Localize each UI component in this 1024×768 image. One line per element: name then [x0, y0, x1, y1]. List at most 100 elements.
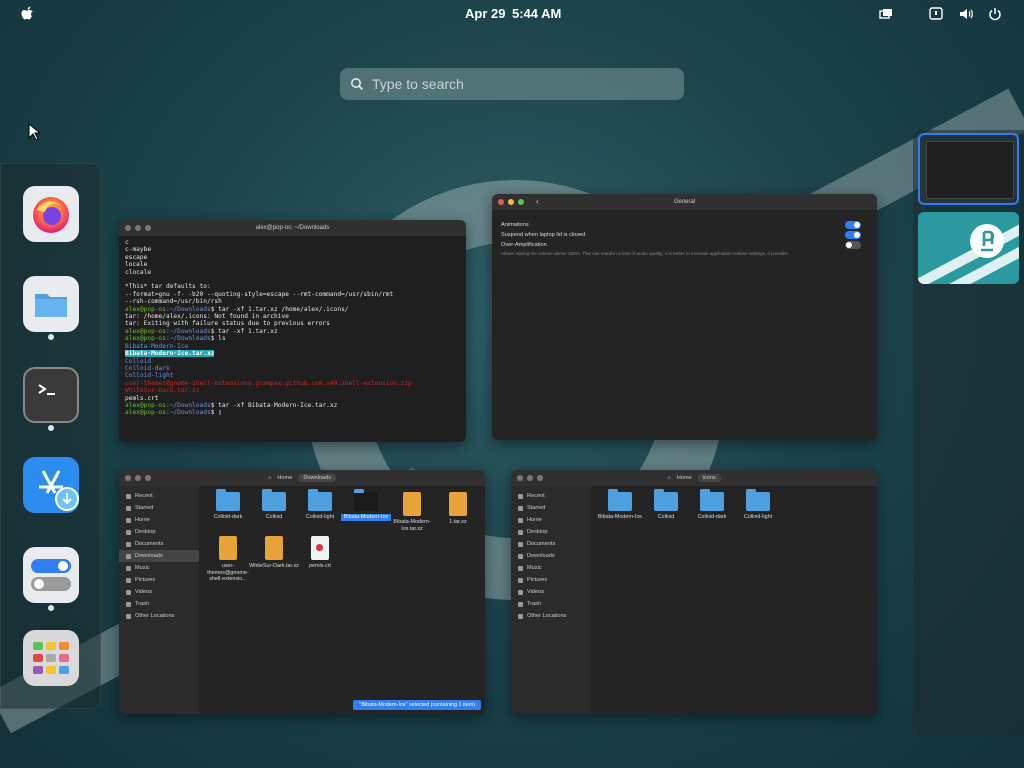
file-item[interactable]: user-themes@gnome-shell-extensio...	[203, 536, 253, 583]
sidebar-item-desktop[interactable]: Desktop	[119, 526, 199, 538]
files-headerbar[interactable]: ⌂ Home icons	[511, 470, 877, 486]
sidebar-item-recent[interactable]: Recent	[119, 490, 199, 502]
dock-app-firefox[interactable]	[23, 186, 79, 242]
terminal-line: Colloid	[125, 357, 152, 365]
toggle-switch[interactable]	[845, 231, 861, 239]
sidebar-item-home[interactable]: Home	[511, 514, 591, 526]
home-icon[interactable]: ⌂	[667, 475, 670, 481]
sidebar-item-videos[interactable]: Videos	[511, 586, 591, 598]
place-icon	[126, 565, 131, 571]
workspace-window-preview	[926, 141, 1014, 199]
file-item[interactable]: Bibata-Modern-Ice.tar.xz	[387, 492, 437, 532]
volume-icon[interactable]	[958, 6, 974, 22]
sidebar-item-downloads[interactable]: Downloads	[119, 550, 199, 562]
terminal-window[interactable]: alex@pop-os: ~/Downloads c c-maybe escape l…	[119, 220, 466, 442]
app-grid-icon	[33, 642, 69, 674]
file-item[interactable]: Colloid	[641, 489, 691, 521]
sidebar-item-desktop[interactable]: Desktop	[511, 526, 591, 538]
path-current[interactable]: Downloads	[298, 474, 336, 482]
sidebar-item-music[interactable]: Music	[511, 562, 591, 574]
place-icon	[518, 565, 523, 571]
clock-date[interactable]: Apr 29	[465, 6, 505, 21]
files-window-downloads[interactable]: ⌂ Home Downloads Recent Starred Home Deskto…	[119, 470, 485, 714]
clock-time[interactable]: 5:44 AM	[512, 6, 561, 21]
sidebar-item-documents[interactable]: Documents	[511, 538, 591, 550]
workspace-indicator-icon[interactable]	[878, 6, 894, 22]
sidebar-item-trash[interactable]: Trash	[119, 598, 199, 610]
file-item[interactable]: pemls.crt	[295, 536, 345, 570]
path-home[interactable]: Home	[677, 475, 692, 481]
file-item[interactable]: Colloid-light	[733, 489, 783, 521]
terminal-line: Bibata-Modern-Ice.tar.xz	[125, 350, 215, 358]
settings-titlebar[interactable]: ‹ General	[492, 194, 877, 210]
file-name: Colloid	[657, 514, 675, 520]
sidebar-item-videos[interactable]: Videos	[119, 586, 199, 598]
sidebar-item-pictures[interactable]: Pictures	[119, 574, 199, 586]
sidebar-item-label: Pictures	[135, 577, 156, 583]
path-home[interactable]: Home	[277, 475, 292, 481]
sidebar-item-other-locations[interactable]: Other Locations	[119, 610, 199, 622]
search-input[interactable]	[372, 76, 652, 92]
terminal-line: c	[125, 239, 129, 246]
dock-app-pop-shop[interactable]	[23, 457, 79, 513]
file-name: Bibata-Modern-Ice	[597, 514, 643, 520]
toggle-switch[interactable]	[845, 241, 861, 249]
terminal-line: alex@pop-os:~/Downloads$ tar -xf 1.tar.x…	[125, 327, 278, 335]
sidebar-item-music[interactable]: Music	[119, 562, 199, 574]
file-item[interactable]: Bibata-Modern-Ice	[595, 489, 645, 521]
home-icon[interactable]: ⌂	[268, 475, 271, 481]
terminal-output[interactable]: c c-maybe escape locale clocale *This* tar d…	[119, 236, 466, 420]
file-item[interactable]: Colloid	[249, 489, 299, 521]
file-item[interactable]: 1.tar.xz	[433, 492, 483, 526]
sidebar-item-home[interactable]: Home	[119, 514, 199, 526]
sidebar-item-pictures[interactable]: Pictures	[511, 574, 591, 586]
apple-icon[interactable]	[20, 6, 36, 22]
files-window-icons[interactable]: ⌂ Home icons Recent Starred Home Desktop Doc…	[511, 470, 877, 714]
dock-app-settings[interactable]	[23, 547, 79, 603]
terminal-title: alex@pop-os: ~/Downloads	[255, 225, 330, 231]
app-store-icon	[39, 470, 79, 511]
settings-row-label: Over-Amplification	[501, 242, 547, 248]
folder-icon	[354, 489, 378, 511]
file-name: Bibata-Modern-Ice.tar.xz	[393, 519, 431, 532]
sidebar-item-other-locations[interactable]: Other Locations	[511, 610, 591, 622]
file-item[interactable]: Colloid-light	[295, 489, 345, 521]
files-headerbar[interactable]: ⌂ Home Downloads	[119, 470, 485, 486]
sidebar-item-starred[interactable]: Starred	[119, 502, 199, 514]
file-item[interactable]: Bibata-Modern-Ice	[341, 489, 391, 521]
file-item[interactable]: WhiteSur-Dark.tar.xz	[249, 536, 299, 570]
folder-icon	[700, 489, 724, 511]
terminal-line: alex@pop-os:~/Downloads$ tar -xf Bibata-…	[125, 401, 338, 409]
file-name: Colloid-light	[305, 514, 335, 520]
file-name: Colloid	[265, 514, 283, 520]
dock-app-terminal[interactable]	[23, 367, 79, 423]
terminal-line: tar: Exiting with failure status due to …	[125, 320, 330, 328]
settings-window[interactable]: ‹ General Animations Suspend when laptop …	[492, 194, 877, 440]
terminal-line: clocale	[125, 268, 152, 276]
path-bar[interactable]: ⌂ Home Downloads	[119, 472, 485, 484]
path-bar[interactable]: ⌂ Home icons	[511, 472, 877, 484]
sidebar-item-documents[interactable]: Documents	[119, 538, 199, 550]
search-bar[interactable]	[340, 68, 684, 100]
power-icon[interactable]	[987, 6, 1003, 22]
dock-show-applications[interactable]	[23, 630, 79, 686]
running-indicator	[48, 425, 54, 431]
path-current[interactable]: icons	[697, 474, 721, 482]
sidebar-item-starred[interactable]: Starred	[511, 502, 591, 514]
place-icon	[126, 553, 131, 559]
workspace-thumbnail-2[interactable]	[918, 212, 1019, 284]
place-icon	[126, 517, 131, 523]
sidebar-item-downloads[interactable]: Downloads	[511, 550, 591, 562]
sidebar-item-recent[interactable]: Recent	[511, 490, 591, 502]
terminal-titlebar[interactable]: alex@pop-os: ~/Downloads	[119, 220, 466, 236]
file-item[interactable]: Colloid-dark	[203, 489, 253, 521]
toggle-switch[interactable]	[845, 221, 861, 229]
dock-app-files[interactable]	[23, 276, 79, 332]
workspace-thumbnail-1[interactable]	[918, 133, 1019, 205]
notification-icon[interactable]	[928, 6, 944, 22]
file-item[interactable]: Colloid-dark	[687, 489, 737, 521]
terminal-line: alex@pop-os:~/Downloads$ tar -xf 1.tar.x…	[125, 305, 349, 313]
sidebar-item-label: Trash	[135, 601, 150, 607]
sidebar-item-trash[interactable]: Trash	[511, 598, 591, 610]
